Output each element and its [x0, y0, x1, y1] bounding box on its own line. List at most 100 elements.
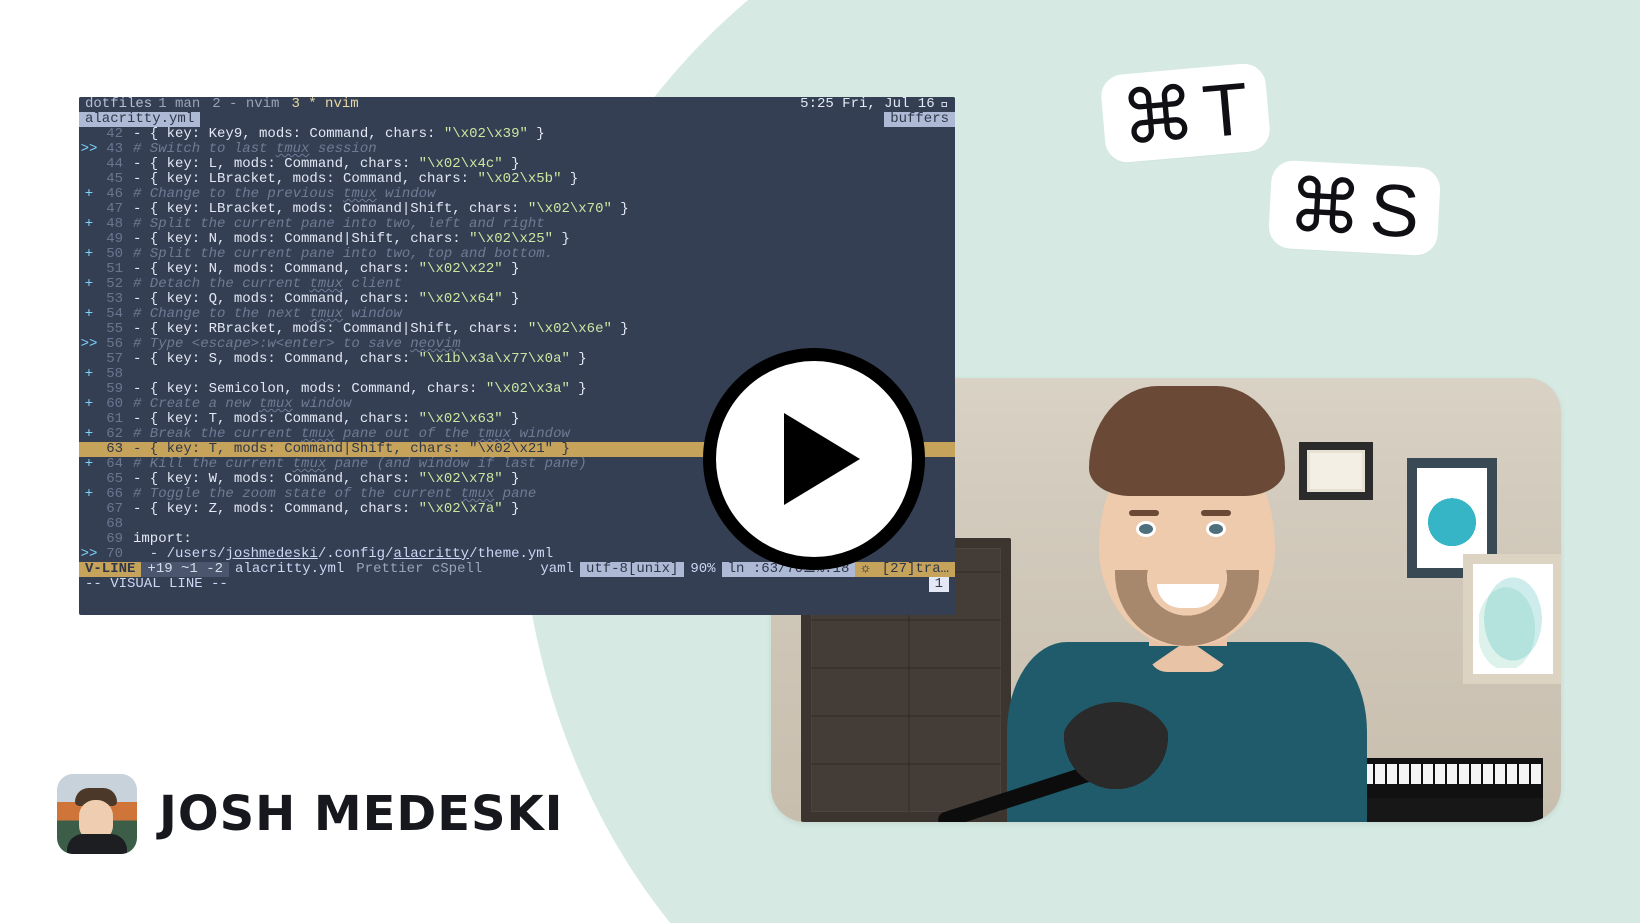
line-content: - { key: L, mods: Command, chars: "\x02\… — [127, 157, 955, 172]
gutter-plus-icon: + — [79, 487, 99, 502]
author-name: JOSH MEDESKI — [159, 786, 563, 842]
microphone — [941, 670, 1171, 822]
gutter-arrow-icon: >> — [79, 142, 99, 157]
line-number: 56 — [99, 337, 127, 352]
line-number: 60 — [99, 397, 127, 412]
line-content: # Change to the previous tmux window — [127, 187, 955, 202]
code-line[interactable]: 42- { key: Key9, mods: Command, chars: "… — [79, 127, 955, 142]
gutter-blank — [79, 262, 99, 277]
gutter-plus-icon: + — [79, 457, 99, 472]
gutter-plus-icon: + — [79, 247, 99, 262]
line-number: 64 — [99, 457, 127, 472]
shortcut-letter: S — [1368, 173, 1421, 249]
code-line[interactable]: 53- { key: Q, mods: Command, chars: "\x0… — [79, 292, 955, 307]
tmux-tab-3[interactable]: 3 * nvim — [285, 97, 364, 112]
status-clock-icon: ☼ — [855, 562, 875, 577]
gutter-blank — [79, 472, 99, 487]
tmux-session-name: dotfiles — [85, 97, 152, 112]
gutter-plus-icon: + — [79, 367, 99, 382]
line-number: 52 — [99, 277, 127, 292]
line-number: 65 — [99, 472, 127, 487]
gutter-blank — [79, 292, 99, 307]
gutter-plus-icon: + — [79, 307, 99, 322]
code-line[interactable]: +46# Change to the previous tmux window — [79, 187, 955, 202]
gutter-arrow-icon: >> — [79, 547, 99, 562]
line-number: 51 — [99, 262, 127, 277]
code-line[interactable]: >>43# Switch to last tmux session — [79, 142, 955, 157]
play-icon — [784, 413, 860, 505]
code-line[interactable]: +52# Detach the current tmux client — [79, 277, 955, 292]
tmux-tab-1[interactable]: 1 man — [152, 97, 206, 112]
code-line[interactable]: 44- { key: L, mods: Command, chars: "\x0… — [79, 157, 955, 172]
line-number: 69 — [99, 532, 127, 547]
line-number: 49 — [99, 232, 127, 247]
status-mode: V-LINE — [79, 562, 141, 577]
line-number: 58 — [99, 367, 127, 382]
code-line[interactable]: +54# Change to the next tmux window — [79, 307, 955, 322]
line-content: # Switch to last tmux session — [127, 142, 955, 157]
gutter-blank — [79, 232, 99, 247]
tmux-tab-2[interactable]: 2 - nvim — [206, 97, 285, 112]
line-number: 47 — [99, 202, 127, 217]
gutter-plus-icon: + — [79, 427, 99, 442]
wall-frame-abstract — [1463, 554, 1561, 684]
line-number: 55 — [99, 322, 127, 337]
line-number: 67 — [99, 502, 127, 517]
gutter-blank — [79, 442, 99, 457]
play-button[interactable] — [703, 348, 925, 570]
status-filename: alacritty.yml — [229, 562, 350, 577]
code-line[interactable]: 51- { key: N, mods: Command, chars: "\x0… — [79, 262, 955, 277]
gutter-plus-icon: + — [79, 187, 99, 202]
command-icon: ⌘ — [1286, 169, 1364, 247]
gutter-blank — [79, 502, 99, 517]
gutter-blank — [79, 202, 99, 217]
line-number: 42 — [99, 127, 127, 142]
line-number: 46 — [99, 187, 127, 202]
gutter-plus-icon: + — [79, 217, 99, 232]
status-encoding: utf-8[unix] — [580, 562, 684, 577]
editor-filename[interactable]: alacritty.yml — [79, 112, 200, 127]
code-line[interactable]: 49- { key: N, mods: Command|Shift, chars… — [79, 232, 955, 247]
line-number: 70 — [99, 547, 127, 562]
line-number: 59 — [99, 382, 127, 397]
tmux-statusbar: dotfiles 1 man 2 - nvim 3 * nvim 5:25 Fr… — [79, 97, 955, 112]
line-number: 43 — [99, 142, 127, 157]
tmux-clock: 5:25 Fri, Jul 16 — [800, 97, 934, 112]
gutter-blank — [79, 172, 99, 187]
line-content: - { key: LBracket, mods: Command|Shift, … — [127, 202, 955, 217]
line-content: - { key: N, mods: Command|Shift, chars: … — [127, 232, 955, 247]
line-content: # Change to the next tmux window — [127, 307, 955, 322]
line-number: 44 — [99, 157, 127, 172]
shortcut-pill-cmd-t: ⌘ T — [1099, 62, 1271, 164]
shortcut-pill-cmd-s: ⌘ S — [1268, 160, 1442, 257]
line-content: - { key: LBracket, mods: Command, chars:… — [127, 172, 955, 187]
status-linters: Prettier cSpell — [350, 562, 488, 577]
gutter-blank — [79, 382, 99, 397]
apple-icon:  — [941, 97, 949, 112]
code-line[interactable]: +50# Split the current pane into two, to… — [79, 247, 955, 262]
line-number: 57 — [99, 352, 127, 367]
gutter-blank — [79, 412, 99, 427]
gutter-blank — [79, 352, 99, 367]
gutter-arrow-icon: >> — [79, 337, 99, 352]
code-line[interactable]: 45- { key: LBracket, mods: Command, char… — [79, 172, 955, 187]
editor-message-line: -- VISUAL LINE -- 1 — [79, 577, 955, 592]
line-number: 61 — [99, 412, 127, 427]
line-number: 50 — [99, 247, 127, 262]
command-icon: ⌘ — [1118, 76, 1198, 156]
gutter-blank — [79, 127, 99, 142]
status-percent: 90% — [684, 562, 721, 577]
line-number: 54 — [99, 307, 127, 322]
editor-buffers-label[interactable]: buffers — [884, 112, 955, 127]
line-content: # Detach the current tmux client — [127, 277, 955, 292]
code-line[interactable]: +48# Split the current pane into two, le… — [79, 217, 955, 232]
status-trailing: [27]tra… — [876, 562, 955, 577]
code-line[interactable]: 47- { key: LBracket, mods: Command|Shift… — [79, 202, 955, 217]
editor-tabline: alacritty.yml buffers — [79, 112, 955, 127]
author-badge[interactable]: JOSH MEDESKI — [57, 774, 563, 854]
editor-mode-message: -- VISUAL LINE -- — [85, 577, 228, 592]
gutter-blank — [79, 157, 99, 172]
code-line[interactable]: 55- { key: RBracket, mods: Command|Shift… — [79, 322, 955, 337]
line-number: 63 — [99, 442, 127, 457]
gutter-blank — [79, 322, 99, 337]
